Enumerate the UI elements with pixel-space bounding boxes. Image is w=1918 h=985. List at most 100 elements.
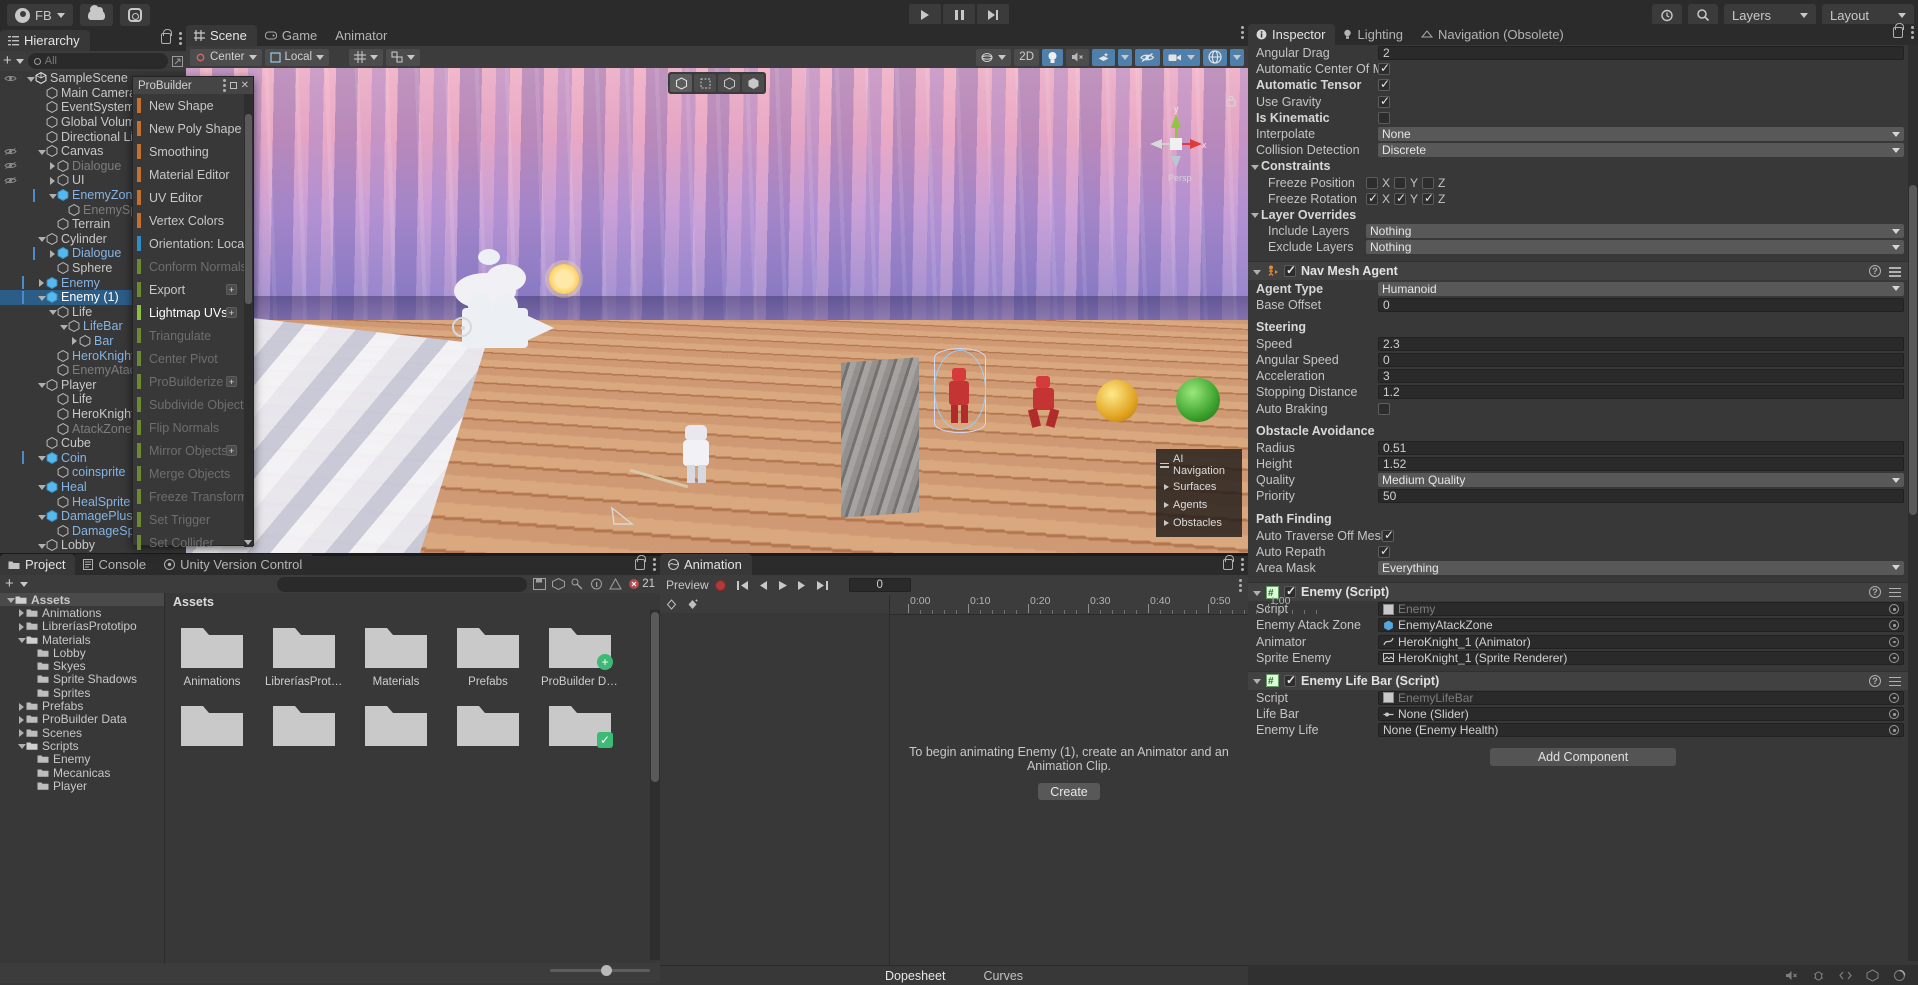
- presets-icon[interactable]: [1889, 265, 1901, 277]
- code-optimization-icon[interactable]: [1839, 969, 1852, 982]
- stopping-distance-input[interactable]: 1.2: [1378, 385, 1904, 399]
- more-options-icon[interactable]: [1241, 558, 1244, 571]
- asset-card[interactable]: [265, 696, 343, 754]
- enemy-caged-sprite[interactable]: [944, 368, 974, 428]
- ai-nav-item-surfaces[interactable]: Surfaces: [1156, 478, 1242, 496]
- scale-tool-icon[interactable]: [742, 74, 764, 92]
- agent-type-row[interactable]: Agent Type Humanoid: [1248, 280, 1918, 296]
- scene-visibility-button[interactable]: [1135, 49, 1160, 66]
- probuilder-settings-icon[interactable]: +: [226, 445, 237, 456]
- script-object-field[interactable]: Enemy: [1378, 602, 1904, 616]
- scene-audio-button[interactable]: [1066, 49, 1089, 66]
- exclude-layers-dropdown[interactable]: Nothing: [1366, 240, 1904, 254]
- probuilder-scroll-thumb[interactable]: [245, 114, 252, 304]
- asset-card[interactable]: Materials: [357, 618, 435, 688]
- project-folder-assets[interactable]: Assets: [0, 593, 164, 606]
- probuilder-item-freeze-transform[interactable]: Freeze Transform: [133, 485, 253, 508]
- life-bar-script-row[interactable]: Script EnemyLifeBar: [1248, 690, 1918, 706]
- visibility-toggle-icon[interactable]: [2, 147, 18, 156]
- area-mask-row[interactable]: Area Mask Everything: [1248, 560, 1918, 576]
- chevron-down-icon[interactable]: [37, 293, 46, 302]
- probuilder-settings-icon[interactable]: +: [226, 307, 237, 318]
- project-folder-player[interactable]: Player: [0, 779, 164, 792]
- rigidbody-properties[interactable]: Angular Drag2Automatic Center Of MassAut…: [1248, 45, 1918, 158]
- next-frame-icon[interactable]: [796, 580, 809, 591]
- ai-nav-item-obstacles[interactable]: Obstacles: [1156, 514, 1242, 532]
- quality-dropdown[interactable]: Medium Quality: [1378, 473, 1904, 487]
- enemy-life-row[interactable]: Enemy Life None (Enemy Health): [1248, 722, 1918, 738]
- asset-card[interactable]: + ProBuilder Data: [541, 618, 619, 688]
- add-keyframe-icon[interactable]: [666, 599, 677, 610]
- probuilder-item-triangulate[interactable]: Triangulate: [133, 324, 253, 347]
- bug-report-icon[interactable]: [1812, 969, 1825, 982]
- priority-row[interactable]: Priority 50: [1248, 488, 1918, 504]
- mute-audio-icon[interactable]: [1785, 969, 1798, 982]
- project-folder-scenes[interactable]: Scenes: [0, 726, 164, 739]
- lock-icon[interactable]: [161, 33, 171, 44]
- chevron-right-icon[interactable]: [17, 702, 26, 711]
- include-layers-row[interactable]: Include Layers Nothing: [1248, 223, 1918, 239]
- automatic-tensor-checkbox[interactable]: [1378, 79, 1390, 91]
- auto-braking-row[interactable]: Auto Braking: [1248, 401, 1918, 417]
- probuilder-item-center-pivot[interactable]: Center Pivot: [133, 347, 253, 370]
- lock-icon[interactable]: [1223, 559, 1233, 570]
- expand-search-icon[interactable]: [172, 56, 183, 67]
- chevron-right-icon[interactable]: [17, 728, 26, 737]
- step-button[interactable]: [977, 4, 1009, 26]
- automatic-tensor-row[interactable]: Automatic Tensor: [1248, 77, 1918, 93]
- rotate-tool-icon[interactable]: [718, 74, 740, 92]
- tab-hierarchy[interactable]: Hierarchy: [0, 30, 90, 51]
- heal-pickup-sprite[interactable]: [1176, 378, 1220, 422]
- object-picker-icon[interactable]: [1889, 709, 1899, 719]
- project-add-button[interactable]: +: [5, 578, 14, 590]
- ai-navigation-header[interactable]: AI Navigation: [1156, 452, 1242, 478]
- probuilder-item-conform-normals[interactable]: Conform Normals: [133, 255, 253, 278]
- inspector-scrollbar[interactable]: [1908, 45, 1918, 961]
- sprite-enemy-row[interactable]: Sprite Enemy HeroKnight_1 (Sprite Render…: [1248, 650, 1918, 666]
- presets-icon[interactable]: [1889, 586, 1901, 598]
- enemy-script-header[interactable]: # Enemy (Script) ?: [1248, 582, 1918, 601]
- project-folder-enemy[interactable]: Enemy: [0, 753, 164, 766]
- life-bar-field[interactable]: None (Slider): [1378, 707, 1904, 721]
- previous-frame-icon[interactable]: [756, 580, 769, 591]
- probuilder-window[interactable]: ProBuilder ✕ New ShapeNew Poly ShapeSmoo…: [132, 76, 254, 546]
- player-knight-sprite[interactable]: [671, 423, 729, 495]
- animation-timeline[interactable]: 0:000:100:200:300:400:501:00 To begin an…: [890, 595, 1248, 965]
- visibility-toggle-icon[interactable]: [2, 161, 18, 170]
- tab-navigation[interactable]: Navigation (Obsolete): [1413, 24, 1574, 45]
- add-gameobject-button[interactable]: +: [3, 55, 12, 67]
- angular-drag-input[interactable]: 2: [1378, 46, 1904, 60]
- freeze-position-row[interactable]: Freeze Position X Y Z: [1248, 175, 1918, 191]
- probuilder-item-uv-editor[interactable]: UV Editor: [133, 186, 253, 209]
- drag-handle-icon[interactable]: [1160, 463, 1169, 468]
- probuilder-settings-icon[interactable]: +: [226, 284, 237, 295]
- probuilder-scrollbar[interactable]: [244, 94, 253, 547]
- chevron-down-icon[interactable]: [6, 595, 15, 604]
- object-picker-icon[interactable]: [1889, 637, 1899, 647]
- acceleration-input[interactable]: 3: [1378, 369, 1904, 383]
- is-kinematic-row[interactable]: Is Kinematic: [1248, 110, 1918, 126]
- scene-move-handle[interactable]: [610, 506, 636, 528]
- chevron-down-icon[interactable]: [37, 147, 46, 156]
- chevron-down-icon[interactable]: [20, 582, 28, 587]
- angular-speed-row[interactable]: Angular Speed 0: [1248, 352, 1918, 368]
- project-folder-animations[interactable]: Animations: [0, 606, 164, 619]
- freeze-position-y-checkbox[interactable]: [1394, 177, 1406, 189]
- inspector-scroll-thumb[interactable]: [1909, 185, 1917, 515]
- height-input[interactable]: 1.52: [1378, 457, 1904, 471]
- lock-icon[interactable]: [635, 559, 645, 570]
- auto-repath-checkbox[interactable]: [1378, 546, 1390, 558]
- visibility-toggle-icon[interactable]: [2, 74, 18, 83]
- scene-axis-gizmo[interactable]: y x Persp: [1144, 106, 1208, 184]
- chevron-right-icon[interactable]: [48, 176, 57, 185]
- coin-pickup-sprite[interactable]: [1096, 380, 1138, 422]
- stopping-distance-row[interactable]: Stopping Distance 1.2: [1248, 384, 1918, 400]
- auto-repath-row[interactable]: Auto Repath: [1248, 544, 1918, 560]
- freeze-rotation-y-checkbox[interactable]: [1394, 193, 1406, 205]
- presets-icon[interactable]: [1889, 675, 1901, 687]
- project-folder-probuilder-data[interactable]: ProBuilder Data: [0, 713, 164, 726]
- more-options-icon[interactable]: [1239, 579, 1242, 592]
- project-asset-grid[interactable]: Assets Animations LibreríasProtot... Mat…: [165, 593, 660, 963]
- navmesh-enabled-checkbox[interactable]: [1284, 265, 1296, 277]
- chevron-right-icon[interactable]: [48, 161, 57, 170]
